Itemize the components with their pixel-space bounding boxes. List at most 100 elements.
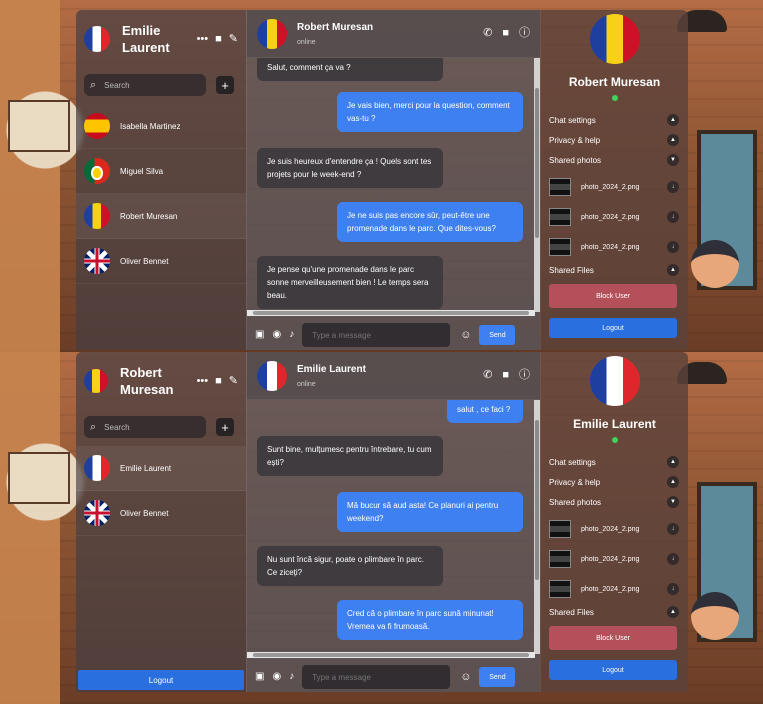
avatar (589, 14, 640, 64)
section-label: Privacy & help (549, 135, 601, 145)
logout-button[interactable]: Logout (549, 318, 677, 338)
info-icon[interactable]: ⓘ (519, 370, 530, 381)
message-incoming: Je suis heureux d'entendre ça ! Quels so… (257, 148, 443, 188)
shared-photo-item[interactable]: photo_2024_2.png ↓ (549, 208, 679, 226)
image-icon[interactable]: ▣ (255, 330, 264, 340)
emoji-icon[interactable]: ☺ (460, 329, 471, 341)
phone-icon[interactable]: ✆ (483, 28, 492, 39)
emoji-icon[interactable]: ☺ (460, 671, 471, 683)
chat-settings-section[interactable]: Chat settings ▲ (549, 114, 679, 126)
info-icon[interactable]: ⓘ (519, 28, 530, 39)
shared-photo-item[interactable]: photo_2024_2.png ↓ (549, 178, 679, 196)
contact-item[interactable]: Emilie Laurent (76, 446, 246, 491)
user-header: Emilie Laurent ••• ■ ✎ (84, 22, 238, 56)
chevron-up-icon[interactable]: ▲ (667, 606, 679, 618)
contact-item[interactable]: Robert Muresan (76, 194, 246, 239)
horizontal-scrollbar[interactable] (247, 652, 535, 658)
more-dots-icon[interactable]: ••• (197, 375, 209, 387)
more-dots-icon[interactable]: ••• (197, 33, 209, 45)
chevron-up-icon[interactable]: ▲ (667, 264, 679, 276)
shared-photo-item[interactable]: photo_2024_2.png ↓ (549, 550, 679, 568)
shared-photo-item[interactable]: photo_2024_2.png ↓ (549, 580, 679, 598)
video-icon[interactable]: ■ (502, 28, 509, 39)
contact-item[interactable]: Oliver Bennet (76, 491, 246, 536)
camera-icon[interactable]: ◉ (272, 330, 281, 340)
message-input[interactable] (302, 323, 451, 347)
section-label: Shared Files (549, 607, 594, 617)
chevron-up-icon[interactable]: ▲ (667, 476, 679, 488)
chat-app-top: Emilie Laurent ••• ■ ✎ ⌕ Search + Isabel… (76, 10, 688, 350)
download-icon[interactable]: ↓ (667, 181, 679, 193)
search-input[interactable]: ⌕ Search (84, 416, 206, 438)
download-icon[interactable]: ↓ (667, 211, 679, 223)
add-contact-button[interactable]: + (216, 418, 234, 436)
shared-photo-item[interactable]: photo_2024_2.png ↓ (549, 520, 679, 538)
contact-item[interactable]: Miguel Silva (76, 149, 246, 194)
block-user-button[interactable]: Block User (549, 284, 677, 308)
message-outgoing: salut , ce faci ? (447, 400, 523, 423)
shared-files-section[interactable]: Shared Files ▲ (549, 264, 679, 276)
avatar[interactable] (257, 360, 287, 391)
add-contact-button[interactable]: + (216, 76, 234, 94)
horizontal-scrollbar[interactable] (247, 310, 535, 316)
shared-photo-item[interactable]: photo_2024_2.png ↓ (549, 238, 679, 256)
compose-icon[interactable]: ✎ (229, 375, 238, 387)
photo-thumbnail (549, 580, 571, 598)
block-user-button[interactable]: Block User (549, 626, 677, 650)
user-name: Emilie Laurent (122, 23, 170, 55)
download-icon[interactable]: ↓ (667, 523, 679, 535)
image-icon[interactable]: ▣ (255, 672, 264, 682)
download-icon[interactable]: ↓ (667, 583, 679, 595)
chevron-up-icon[interactable]: ▲ (667, 114, 679, 126)
search-input[interactable]: ⌕ Search (84, 74, 206, 96)
photo-name: photo_2024_2.png (581, 243, 640, 251)
chevron-up-icon[interactable]: ▲ (667, 456, 679, 468)
mic-icon[interactable]: ♪ (289, 672, 294, 682)
message-incoming: Je pense qu'une promenade dans le parc s… (257, 256, 443, 309)
privacy-help-section[interactable]: Privacy & help ▲ (549, 134, 679, 146)
section-label: Chat settings (549, 115, 596, 125)
profile-header: Emilie Laurent (541, 356, 688, 443)
chevron-down-icon[interactable]: ▼ (667, 154, 679, 166)
download-icon[interactable]: ↓ (667, 241, 679, 253)
photo-name: photo_2024_2.png (581, 585, 640, 593)
privacy-help-section[interactable]: Privacy & help ▲ (549, 476, 679, 488)
contact-item[interactable]: Isabella Martinez (76, 104, 246, 149)
mic-icon[interactable]: ♪ (289, 330, 294, 340)
message-outgoing: Je ne suis pas encore sûr, peut-être une… (337, 202, 523, 242)
conversation-header: Emilie Laurent online ✆ ■ ⓘ (247, 352, 540, 400)
photo-thumbnail (549, 208, 571, 226)
logout-button[interactable]: Logout (549, 660, 677, 680)
contact-name: Robert Muresan (120, 211, 178, 221)
video-icon[interactable]: ■ (215, 375, 222, 387)
message-input[interactable] (302, 665, 451, 689)
chat-settings-section[interactable]: Chat settings ▲ (549, 456, 679, 468)
contact-item[interactable]: Oliver Bennet (76, 239, 246, 284)
section-label: Shared photos (549, 155, 602, 165)
message-composer: ▣ ◉ ♪ ☺ Send (247, 320, 541, 350)
video-icon[interactable]: ■ (215, 33, 222, 45)
camera-icon[interactable]: ◉ (272, 672, 281, 682)
avatar (84, 455, 110, 481)
compose-icon[interactable]: ✎ (229, 33, 238, 45)
avatar[interactable] (257, 18, 287, 49)
shared-photos-section[interactable]: Shared photos ▼ (549, 154, 679, 166)
chevron-up-icon[interactable]: ▲ (667, 134, 679, 146)
video-icon[interactable]: ■ (502, 370, 509, 381)
chevron-down-icon[interactable]: ▼ (667, 496, 679, 508)
send-button[interactable]: Send (479, 667, 516, 687)
download-icon[interactable]: ↓ (667, 553, 679, 565)
shared-photos-section[interactable]: Shared photos ▼ (549, 496, 679, 508)
sidebar-logout-button[interactable]: Logout (78, 670, 244, 690)
wall-frame-decor (8, 100, 70, 152)
send-button[interactable]: Send (479, 325, 516, 345)
avatar[interactable] (84, 26, 110, 52)
chat-partner-name: Robert Muresan (297, 21, 374, 33)
phone-icon[interactable]: ✆ (483, 370, 492, 381)
avatar[interactable] (84, 369, 108, 393)
message-incoming: Salut, comment ça va ? (257, 58, 443, 81)
avatar (84, 500, 110, 526)
photo-thumbnail (549, 550, 571, 568)
profile-panel: Robert Muresan Chat settings ▲ Privacy &… (540, 10, 688, 350)
shared-files-section[interactable]: Shared Files ▲ (549, 606, 679, 618)
